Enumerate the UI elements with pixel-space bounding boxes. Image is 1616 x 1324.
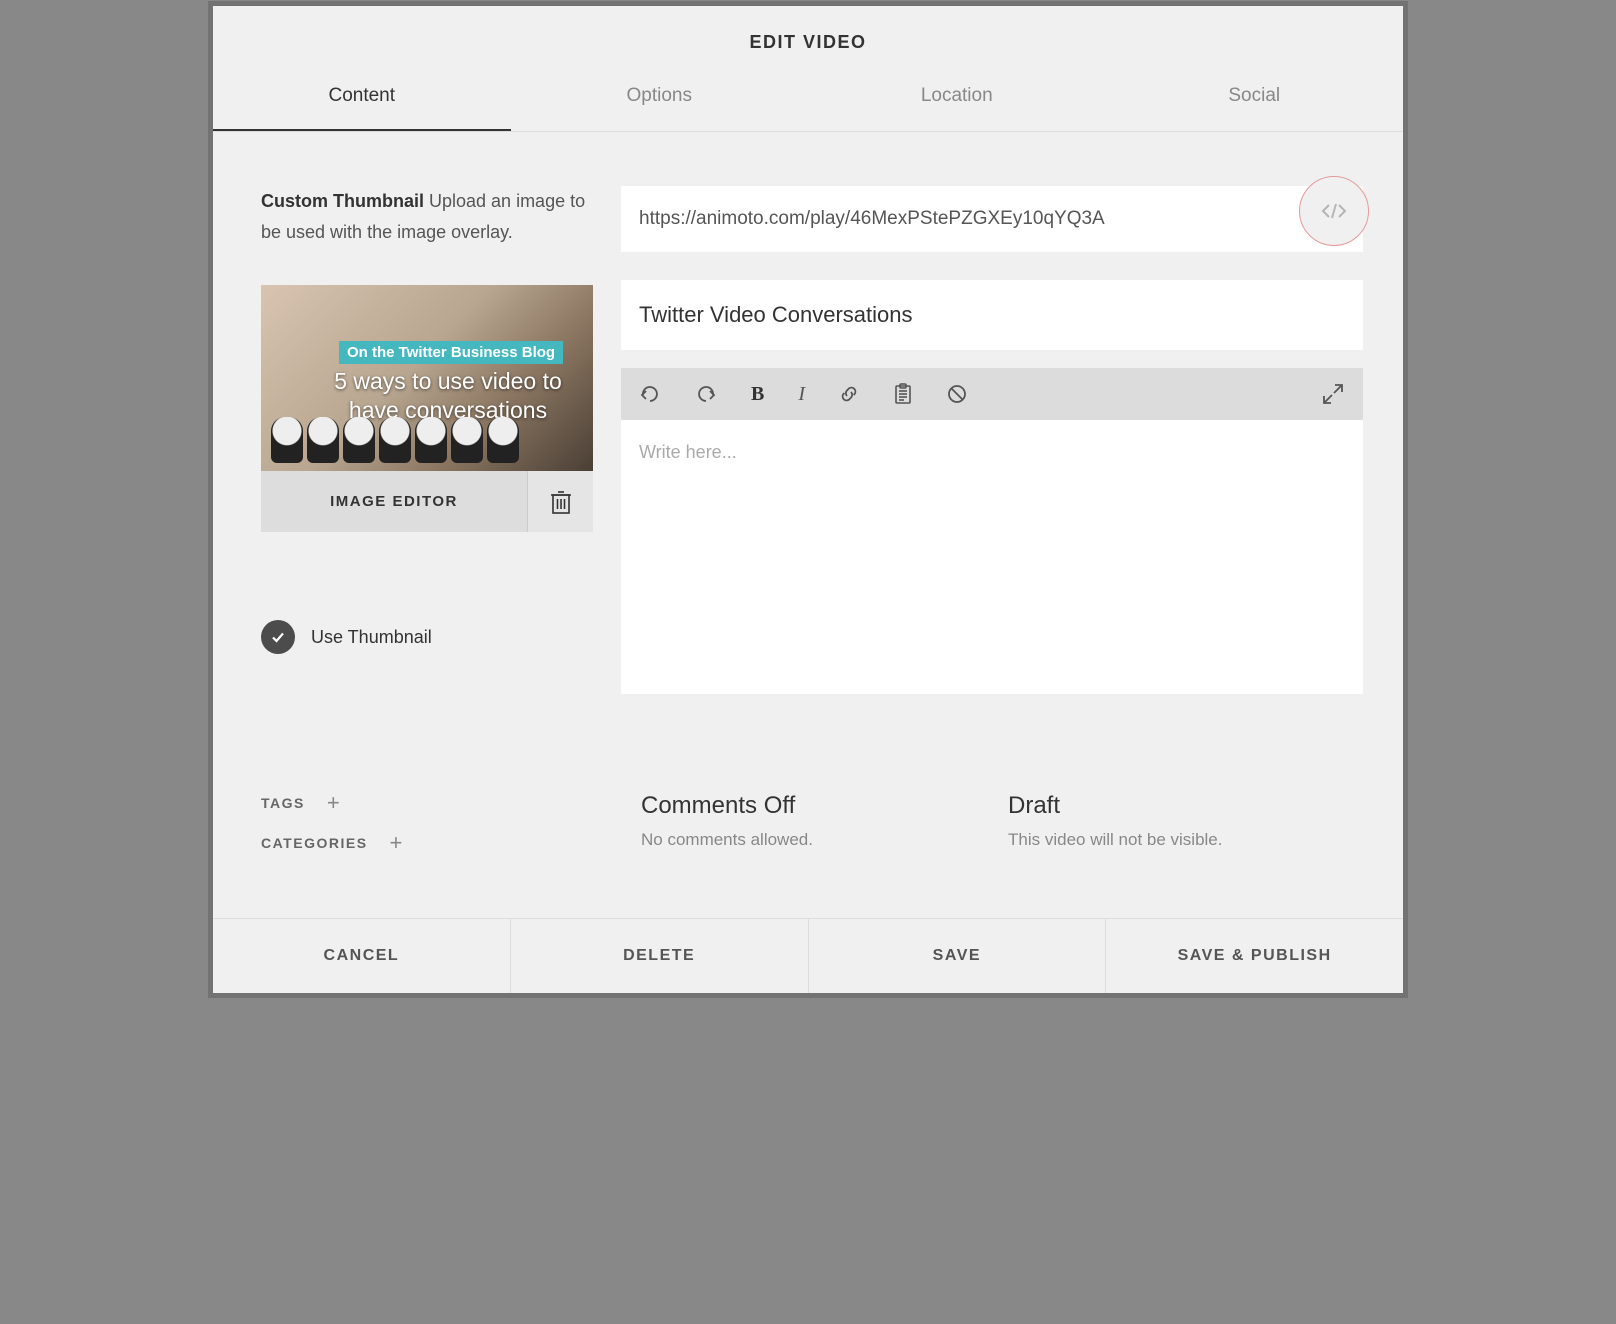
no-entry-icon — [947, 384, 967, 404]
redo-button[interactable] — [691, 383, 721, 405]
comments-status-sub: No comments allowed. — [641, 830, 988, 850]
code-icon — [1319, 201, 1349, 221]
add-tag-button[interactable]: + — [327, 792, 340, 814]
image-editor-button[interactable]: IMAGE EDITOR — [261, 471, 527, 532]
expand-icon — [1321, 382, 1345, 406]
embed-code-button[interactable] — [1299, 176, 1369, 246]
delete-button[interactable]: DELETE — [511, 919, 809, 993]
expand-button[interactable] — [1317, 380, 1349, 408]
thumbnail-overlay-band: On the Twitter Business Blog — [339, 341, 563, 364]
use-thumbnail-toggle[interactable] — [261, 620, 295, 654]
bold-icon: B — [751, 383, 764, 406]
publish-status[interactable]: Draft This video will not be visible. — [1008, 792, 1355, 872]
check-icon — [270, 629, 286, 645]
thumbnail-help-text: Custom Thumbnail Upload an image to be u… — [261, 186, 593, 247]
description-editor: B I — [621, 368, 1363, 694]
publish-status-sub: This video will not be visible. — [1008, 830, 1355, 850]
tags-label: TAGS — [261, 795, 305, 811]
save-button[interactable]: SAVE — [809, 919, 1107, 993]
save-publish-button[interactable]: SAVE & PUBLISH — [1106, 919, 1403, 993]
tab-location[interactable]: Location — [808, 71, 1106, 131]
thumbnail-preview[interactable]: On the Twitter Business Blog 5 ways to u… — [261, 285, 593, 471]
categories-label: CATEGORIES — [261, 835, 368, 851]
description-textarea[interactable]: Write here... — [621, 420, 1363, 694]
clear-format-button[interactable] — [943, 382, 971, 406]
publish-status-title: Draft — [1008, 792, 1355, 820]
clipboard-icon — [893, 383, 913, 405]
video-url-input[interactable] — [621, 186, 1363, 252]
comments-status[interactable]: Comments Off No comments allowed. — [641, 792, 988, 872]
thumbnail-overlay-main: 5 ways to use video to have conversation… — [323, 367, 573, 425]
undo-icon — [639, 385, 661, 403]
editor-toolbar: B I — [621, 368, 1363, 420]
comments-status-title: Comments Off — [641, 792, 988, 820]
tabs: Content Options Location Social — [213, 71, 1403, 132]
modal-title: EDIT VIDEO — [213, 6, 1403, 71]
footer-actions: CANCEL DELETE SAVE SAVE & PUBLISH — [213, 918, 1403, 993]
redo-icon — [695, 385, 717, 403]
thumbnail-decor — [271, 417, 583, 471]
use-thumbnail-label: Use Thumbnail — [311, 627, 432, 648]
undo-button[interactable] — [635, 383, 665, 405]
tab-options[interactable]: Options — [511, 71, 809, 131]
trash-icon — [550, 489, 572, 515]
link-icon — [839, 384, 859, 404]
edit-video-modal: EDIT VIDEO Content Options Location Soci… — [213, 6, 1403, 993]
plus-icon: + — [390, 830, 403, 855]
plus-icon: + — [327, 790, 340, 815]
tab-content[interactable]: Content — [213, 71, 511, 131]
video-title-input[interactable] — [621, 280, 1363, 350]
link-button[interactable] — [835, 382, 863, 406]
thumbnail-help-strong: Custom Thumbnail — [261, 191, 424, 211]
delete-thumbnail-button[interactable] — [527, 471, 593, 532]
italic-icon: I — [798, 383, 805, 406]
clipboard-button[interactable] — [889, 381, 917, 407]
tab-social[interactable]: Social — [1106, 71, 1404, 131]
cancel-button[interactable]: CANCEL — [213, 919, 511, 993]
italic-button[interactable]: I — [794, 381, 809, 408]
add-category-button[interactable]: + — [390, 832, 403, 854]
bold-button[interactable]: B — [747, 381, 768, 408]
